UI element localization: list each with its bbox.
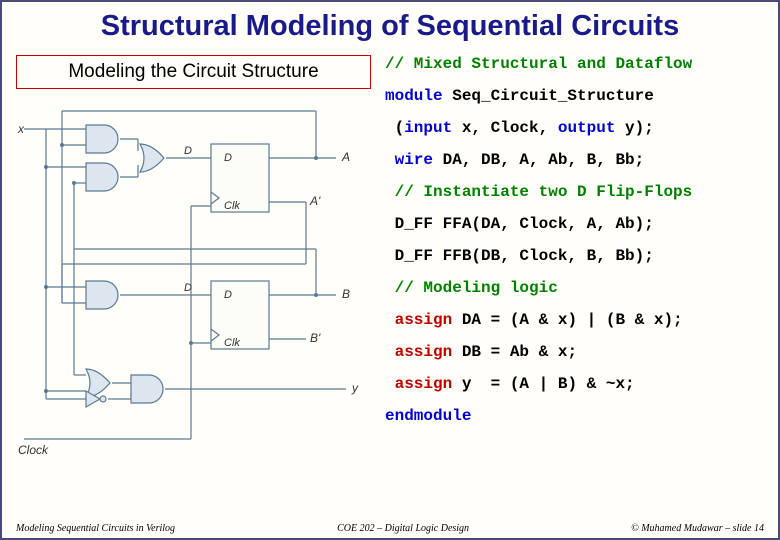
svg-text:B: B [342, 287, 350, 301]
svg-text:D: D [224, 152, 232, 164]
svg-text:A': A' [309, 194, 321, 208]
circuit-diagram: D D [16, 99, 366, 459]
code-column: // Mixed Structural and Dataflow module … [371, 55, 764, 464]
code-assign-db: assign DB = Ab & x; [385, 343, 764, 361]
code-assign-da: assign DA = (A & x) | (B & x); [385, 311, 764, 329]
code-module: module Seq_Circuit_Structure [385, 87, 764, 105]
svg-text:Clk: Clk [224, 337, 240, 349]
svg-text:D: D [224, 289, 232, 301]
svg-text:Clock: Clock [18, 443, 49, 457]
footer-left: Modeling Sequential Circuits in Verilog [16, 523, 175, 534]
code-inst-ffa: D_FF FFA(DA, Clock, A, Ab); [385, 215, 764, 233]
content-area: Modeling the Circuit Structure [2, 55, 778, 464]
left-column: Modeling the Circuit Structure [16, 55, 371, 464]
svg-text:D: D [184, 282, 192, 294]
code-ports: (input x, Clock, output y); [385, 119, 764, 137]
code-wire: wire DA, DB, A, Ab, B, Bb; [385, 151, 764, 169]
code-inst-ffb: D_FF FFB(DB, Clock, B, Bb); [385, 247, 764, 265]
svg-text:y: y [351, 381, 359, 395]
svg-text:x: x [17, 122, 25, 136]
code-comment-l8: // Modeling logic [385, 279, 764, 297]
code-endmodule: endmodule [385, 407, 764, 425]
code-comment-l5: // Instantiate two D Flip-Flops [385, 183, 764, 201]
subtitle-box: Modeling the Circuit Structure [16, 55, 371, 89]
footer-right: © Muhamed Mudawar – slide 14 [631, 523, 764, 534]
svg-text:D: D [184, 145, 192, 157]
code-comment-l1: // Mixed Structural and Dataflow [385, 55, 764, 73]
slide-footer: Modeling Sequential Circuits in Verilog … [2, 523, 778, 534]
svg-text:Clk: Clk [224, 200, 240, 212]
slide-title: Structural Modeling of Sequential Circui… [2, 2, 778, 55]
footer-center: COE 202 – Digital Logic Design [337, 523, 469, 534]
svg-text:B': B' [310, 331, 321, 345]
svg-text:A: A [341, 150, 350, 164]
code-assign-y: assign y = (A | B) & ~x; [385, 375, 764, 393]
